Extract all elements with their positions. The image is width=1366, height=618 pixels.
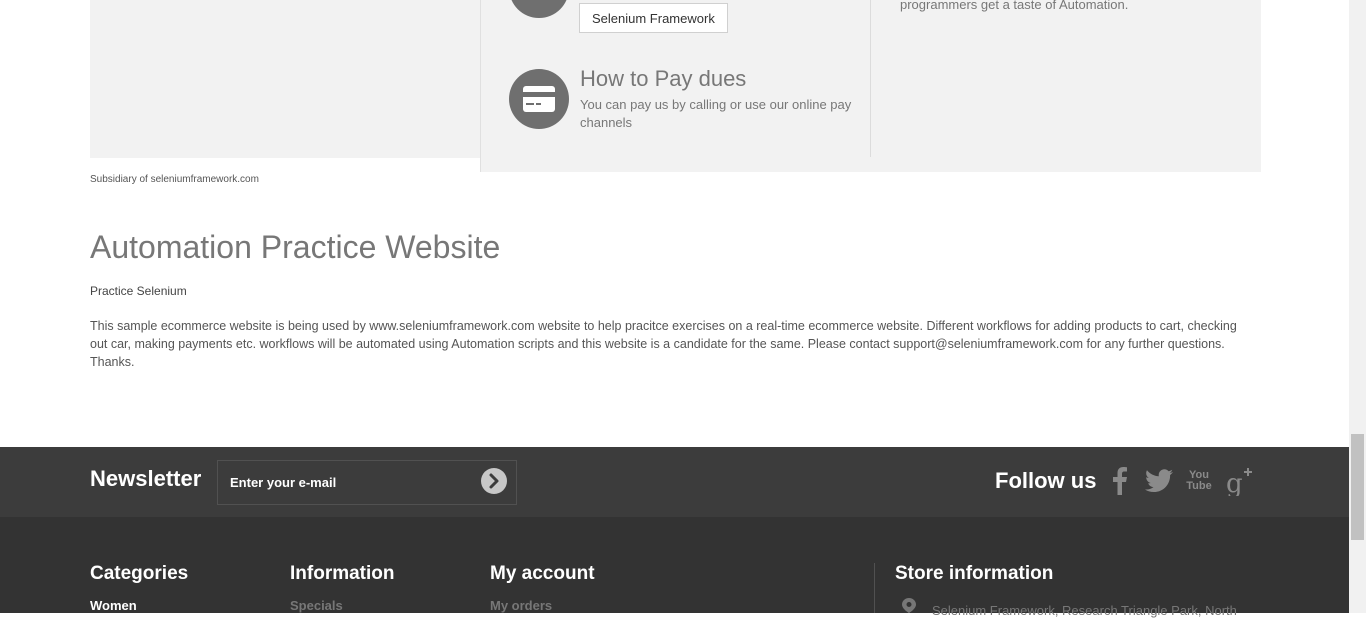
site-description: This sample ecommerce website is being u… [90,319,1237,369]
left-grey-panel [90,0,480,158]
pay-dues-title: How to Pay dues [580,66,747,91]
google-plus-icon[interactable]: g [1224,466,1254,496]
automation-text: programmers get a taste of Automation. [900,0,1129,12]
footer-divider [874,563,875,613]
newsletter-submit-button[interactable] [481,468,507,494]
follow-us-title: Follow us [995,468,1097,493]
twitter-icon[interactable] [1144,466,1174,496]
information-heading: Information [290,563,395,584]
selenium-framework-button[interactable]: Selenium Framework [579,3,728,33]
credit-card-icon [509,69,569,129]
subsidiary-note: Subsidiary of seleniumframework.com [90,174,259,185]
svg-text:g: g [1226,469,1243,496]
scrollbar-thumb[interactable] [1351,434,1364,540]
newsletter-title: Newsletter [90,466,202,491]
store-information-heading: Store information [895,563,1054,584]
youtube-icon[interactable]: You Tube [1184,466,1214,496]
page-subtitle: Practice Selenium [90,284,187,298]
footer-link-specials[interactable]: Specials [290,598,343,613]
footer [0,517,1349,613]
newsletter-email-input[interactable] [217,460,517,505]
column-divider [870,0,871,157]
my-account-heading: My account [490,563,595,584]
footer-link-my-orders[interactable]: My orders [490,598,552,613]
pay-dues-text: You can pay us by calling or use our onl… [580,97,852,130]
map-marker-icon [901,598,917,618]
page-title: Automation Practice Website [90,229,501,265]
chevron-right-icon [489,473,499,489]
store-address: Selenium Framework, Research Triangle Pa… [932,603,1237,618]
youtube-icon-text: You Tube [1186,469,1212,492]
footer-link-women[interactable]: Women [90,598,137,613]
categories-heading: Categories [90,563,189,584]
facebook-icon[interactable] [1105,466,1135,496]
